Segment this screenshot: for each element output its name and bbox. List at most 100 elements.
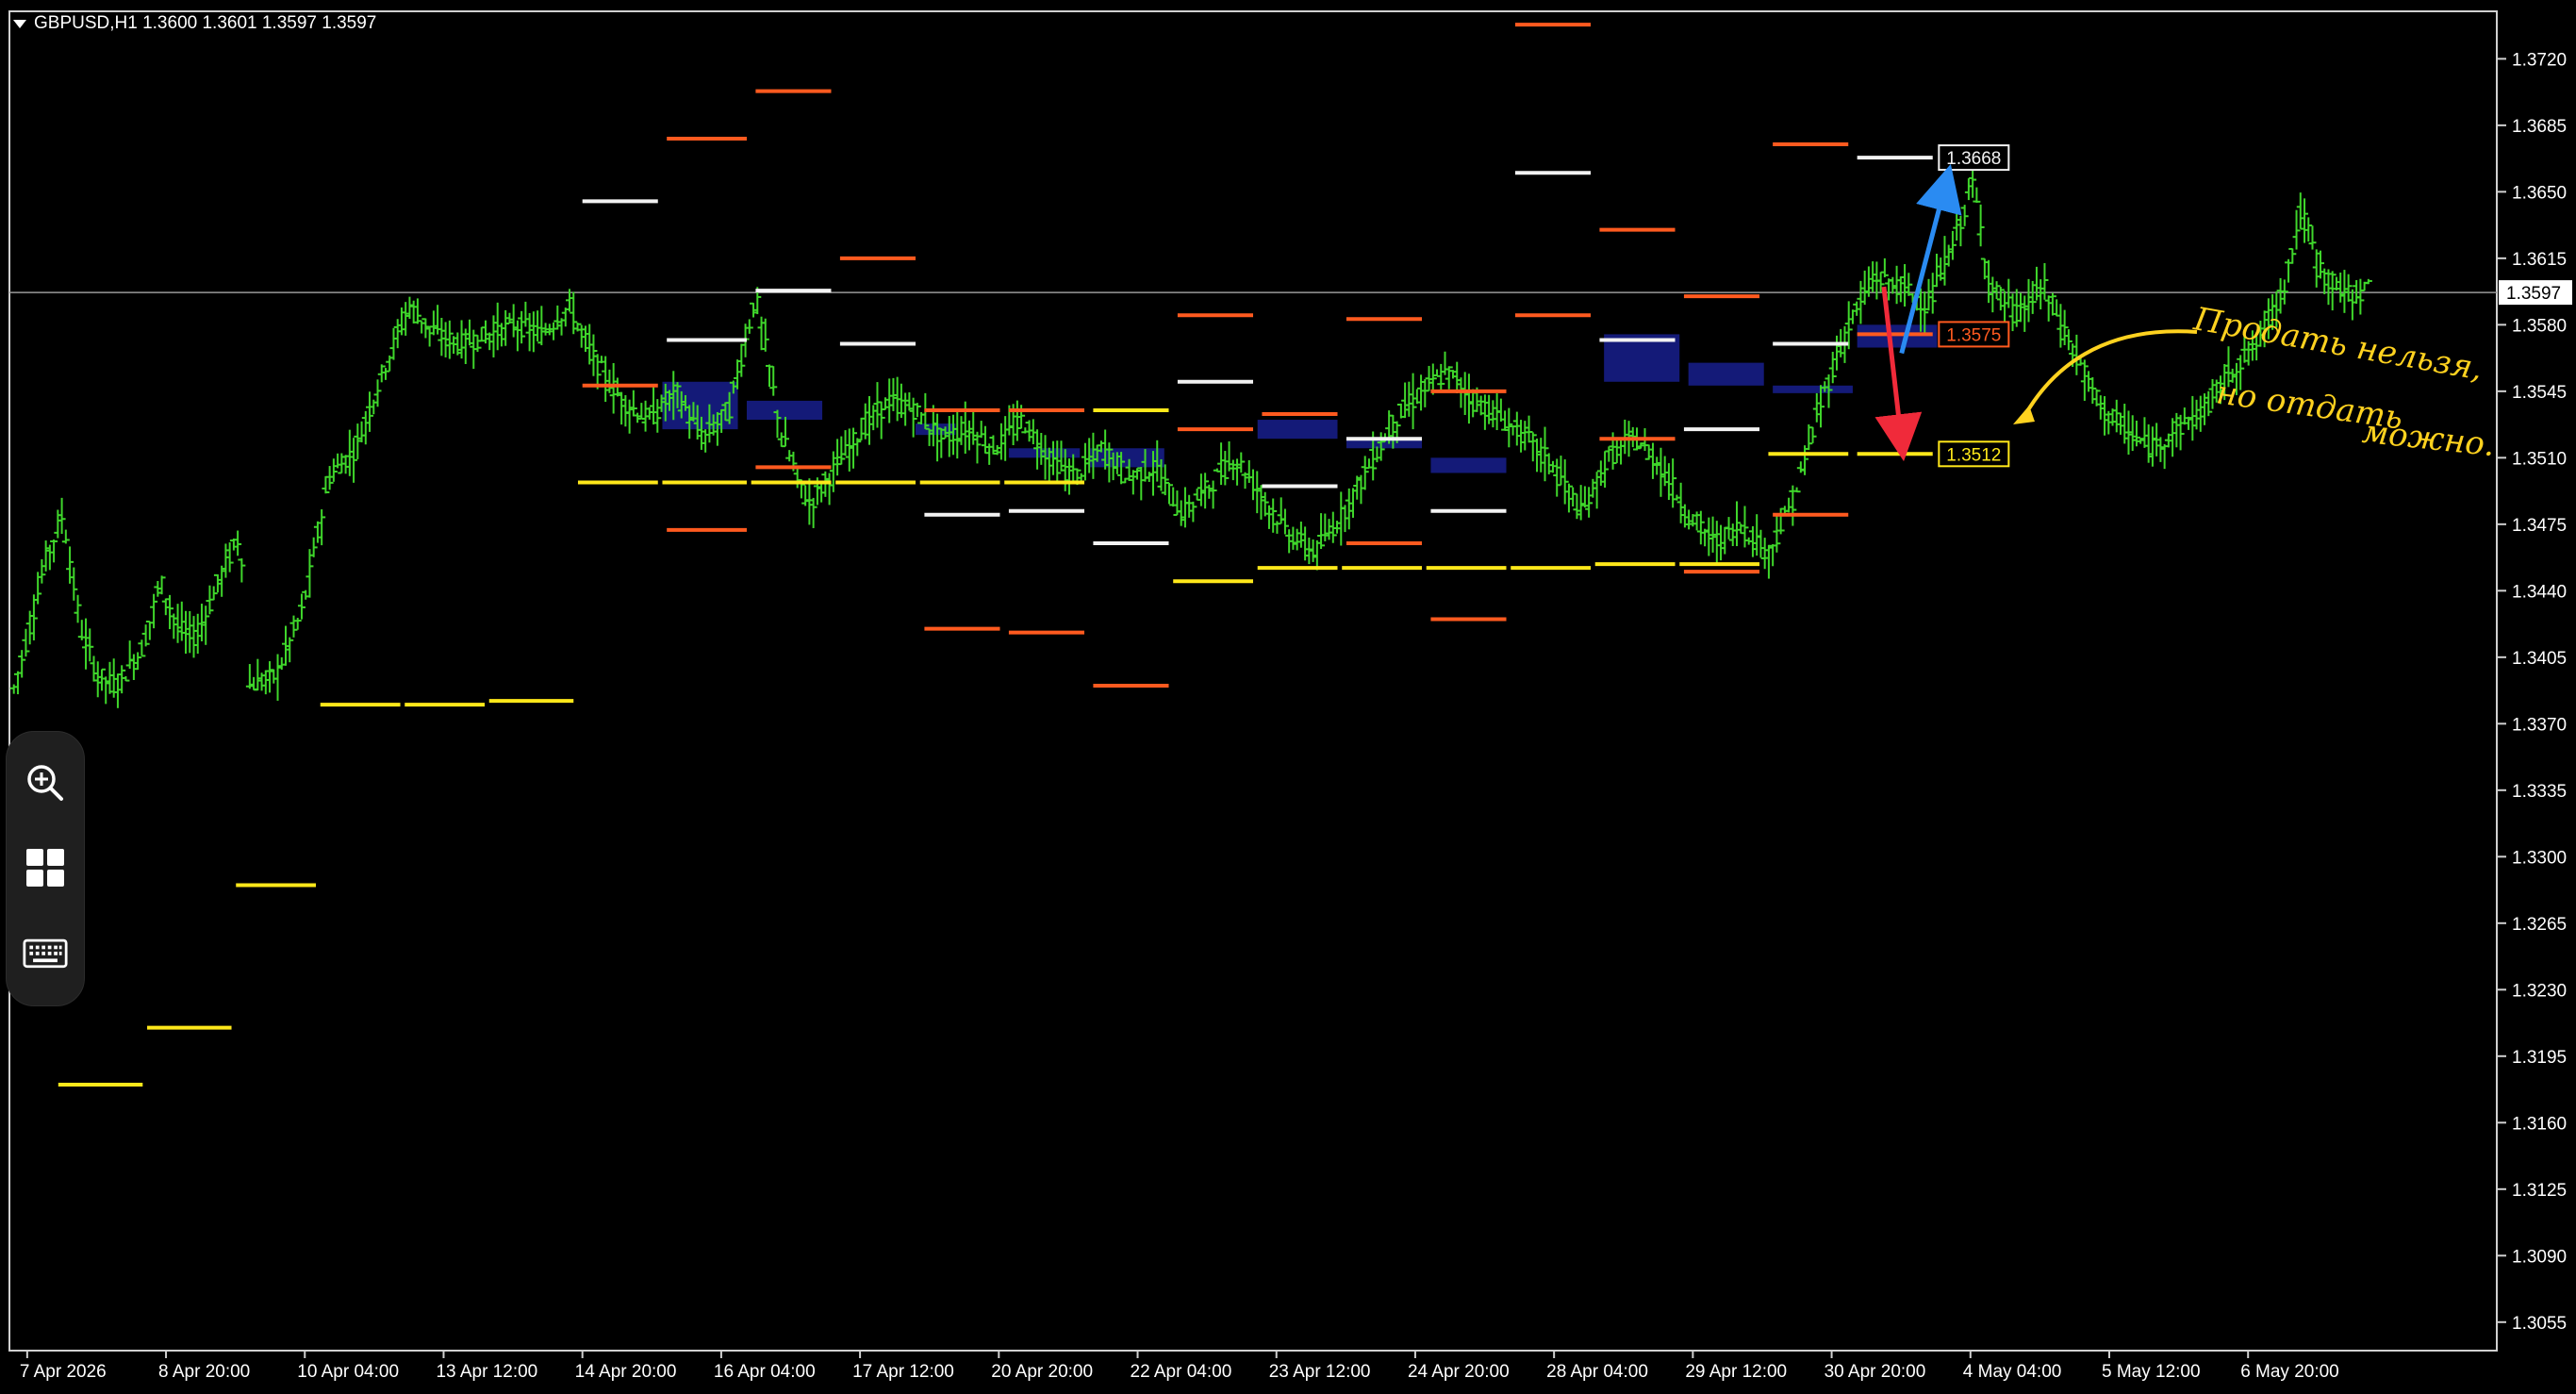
candle bbox=[425, 325, 434, 347]
candle bbox=[234, 530, 242, 556]
candle bbox=[2008, 293, 2017, 332]
candle bbox=[834, 439, 842, 476]
candle bbox=[125, 640, 134, 669]
candle bbox=[177, 601, 186, 641]
candle bbox=[2001, 290, 2009, 324]
candle bbox=[1261, 491, 1269, 517]
candle bbox=[1401, 382, 1410, 419]
candle bbox=[1892, 265, 1901, 305]
candle bbox=[361, 410, 370, 445]
candle bbox=[1264, 505, 1273, 529]
candle bbox=[1505, 407, 1513, 448]
price-chart[interactable]: 1.36681.35751.3512 1.37201.36851.36501.3… bbox=[0, 0, 2576, 1394]
candle bbox=[1217, 442, 1226, 486]
candle bbox=[2324, 269, 2333, 306]
candle bbox=[2160, 443, 2169, 470]
candle bbox=[97, 668, 106, 691]
y-tick-label: 1.3160 bbox=[2512, 1114, 2567, 1134]
candle bbox=[218, 565, 226, 597]
candle bbox=[989, 435, 998, 455]
candle bbox=[1853, 301, 1861, 316]
plot-frame bbox=[8, 10, 2498, 1352]
candle bbox=[634, 412, 642, 423]
candle bbox=[837, 436, 846, 466]
candle bbox=[1792, 487, 1801, 493]
x-tick-label: 20 Apr 20:00 bbox=[991, 1362, 1093, 1382]
candle bbox=[2156, 437, 2165, 462]
candle bbox=[2096, 395, 2105, 420]
candle bbox=[1425, 365, 1433, 391]
candle bbox=[889, 377, 898, 411]
candle bbox=[534, 310, 542, 341]
candle bbox=[381, 368, 389, 380]
candle bbox=[370, 399, 378, 415]
candle bbox=[1924, 278, 1933, 311]
candle bbox=[45, 544, 54, 571]
candle bbox=[2169, 418, 2177, 457]
candle bbox=[2288, 247, 2297, 264]
candle bbox=[2112, 399, 2121, 433]
candle bbox=[1213, 468, 1221, 473]
chart-root[interactable]: 1.3668 1.3575 1.3512 1.3720 1.3685 1.3650 1.3… bbox=[0, 0, 2576, 1394]
candle bbox=[1021, 427, 1030, 434]
candle bbox=[2328, 271, 2337, 311]
candle bbox=[1245, 459, 1253, 483]
y-tick-label: 1.3230 bbox=[2512, 981, 2567, 1001]
candle bbox=[1757, 529, 1765, 558]
candle bbox=[1709, 516, 1717, 553]
zoom-in-icon[interactable] bbox=[23, 760, 68, 805]
candle bbox=[2320, 268, 2329, 294]
symbol-header: GBPUSD,H1 1.3600 1.3601 1.3597 1.3597 bbox=[13, 13, 376, 34]
y-tick-label: 1.3720 bbox=[2512, 50, 2567, 70]
candle bbox=[865, 395, 873, 445]
candle bbox=[1345, 488, 1353, 530]
candle bbox=[2124, 410, 2133, 456]
candle bbox=[1185, 494, 1194, 518]
candle bbox=[1197, 473, 1205, 506]
candle bbox=[945, 415, 953, 457]
candle bbox=[1273, 521, 1281, 534]
y-tick-label: 1.3335 bbox=[2512, 782, 2567, 802]
candle bbox=[1928, 273, 1937, 314]
candle bbox=[1721, 526, 1729, 555]
candle bbox=[877, 401, 885, 440]
candle bbox=[1521, 421, 1529, 451]
candle bbox=[1205, 484, 1214, 499]
candle bbox=[1337, 491, 1346, 546]
candle bbox=[785, 450, 794, 462]
candle bbox=[1361, 456, 1369, 490]
candle bbox=[1169, 487, 1178, 507]
candle bbox=[2040, 262, 2049, 300]
candle bbox=[809, 497, 817, 528]
candle bbox=[2153, 423, 2161, 456]
candle bbox=[58, 497, 66, 535]
candle bbox=[2108, 408, 2117, 426]
candle bbox=[1585, 487, 1593, 518]
collapse-triangle-icon[interactable] bbox=[13, 19, 26, 28]
candle bbox=[1705, 517, 1713, 556]
annotation-arrow bbox=[2021, 329, 2198, 421]
candle bbox=[173, 604, 182, 643]
candle bbox=[222, 543, 230, 578]
candle bbox=[2132, 421, 2140, 447]
candle bbox=[122, 675, 130, 682]
y-tick-label: 1.3195 bbox=[2512, 1048, 2567, 1068]
candle bbox=[1693, 511, 1701, 531]
candle bbox=[182, 610, 190, 655]
x-tick-label: 7 Apr 2026 bbox=[20, 1362, 107, 1382]
candle bbox=[1221, 451, 1230, 486]
candle bbox=[1069, 454, 1078, 483]
candle bbox=[82, 618, 91, 670]
candle bbox=[561, 307, 570, 327]
grid-icon[interactable] bbox=[23, 845, 68, 890]
arrow-layer bbox=[1874, 163, 2198, 462]
y-tick-label: 1.3510 bbox=[2512, 449, 2567, 469]
candle bbox=[334, 453, 342, 469]
candle bbox=[1896, 275, 1905, 303]
x-tick-label: 6 May 20:00 bbox=[2240, 1362, 2339, 1382]
candle bbox=[1832, 335, 1841, 371]
candle bbox=[86, 628, 94, 662]
keyboard-icon[interactable] bbox=[23, 930, 68, 975]
candle bbox=[2344, 274, 2353, 302]
candle bbox=[2060, 309, 2069, 345]
